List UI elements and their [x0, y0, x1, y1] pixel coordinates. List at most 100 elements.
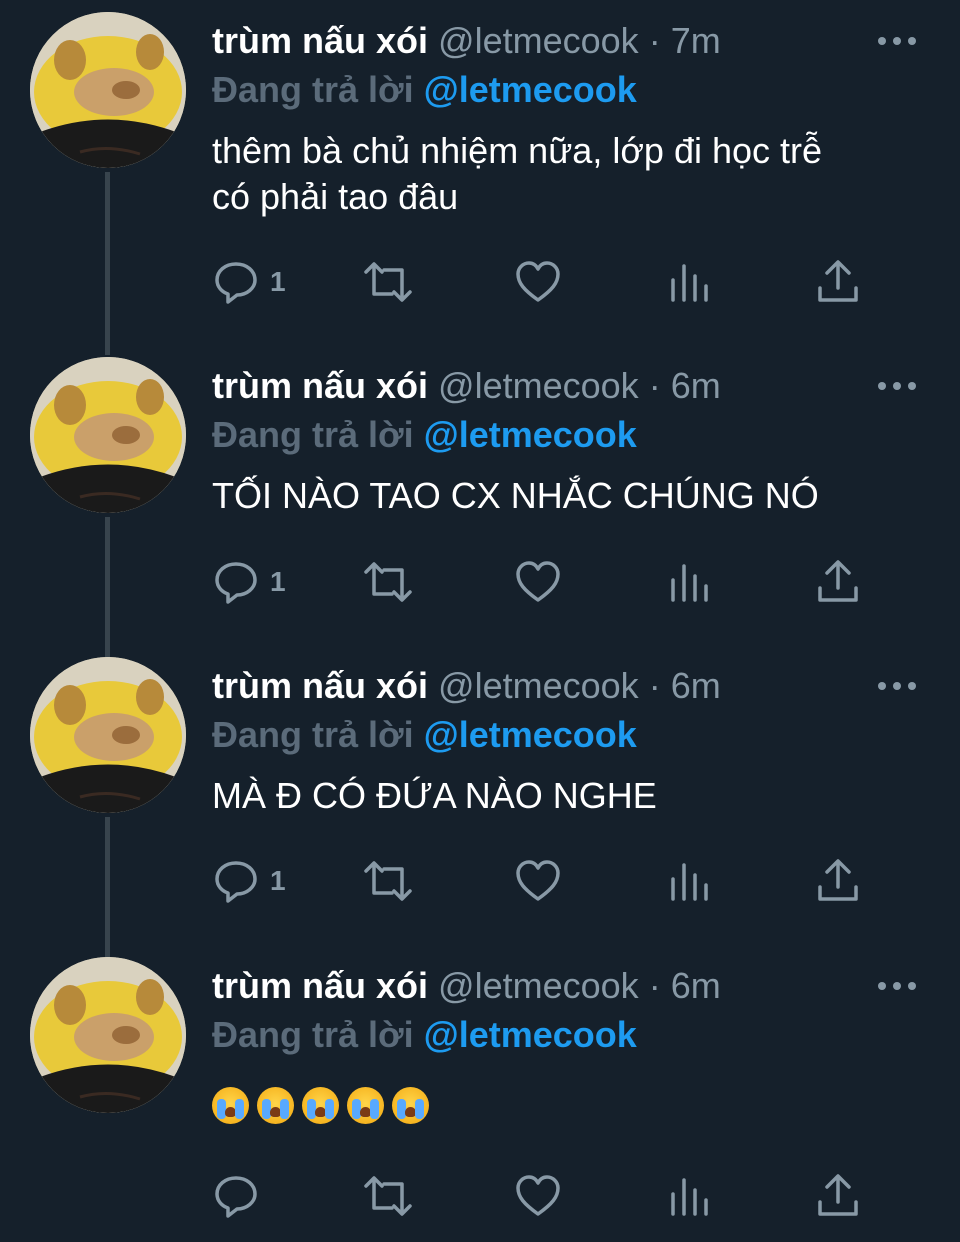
- avatar-image: [30, 957, 186, 1113]
- retweet-button[interactable]: [362, 857, 414, 905]
- more-options-icon[interactable]: [876, 373, 918, 399]
- tweet-actions: 1: [212, 558, 872, 606]
- analytics-icon: [671, 863, 708, 901]
- analytics-icon: [671, 1178, 708, 1216]
- like-button[interactable]: [514, 558, 562, 606]
- reply-count: 1: [270, 566, 286, 597]
- tweet-header: trùm nấu xói @letmecook · 6m: [212, 963, 721, 1009]
- reply-button[interactable]: 1: [212, 558, 286, 606]
- heart-icon: [516, 261, 560, 302]
- reply-prefix: Đang trả lời: [212, 1014, 414, 1055]
- retweet-button[interactable]: [362, 258, 414, 306]
- reply-button[interactable]: 1: [212, 857, 286, 905]
- user-handle[interactable]: @letmecook: [438, 20, 639, 61]
- heart-icon: [516, 860, 560, 901]
- avatar-image: [30, 12, 186, 168]
- analytics-button[interactable]: [665, 258, 713, 306]
- share-icon: [818, 260, 858, 302]
- reply-context: Đang trả lời @letmecook: [212, 1013, 637, 1057]
- heart-icon: [516, 1175, 560, 1216]
- timestamp[interactable]: 6m: [671, 665, 721, 706]
- display-name[interactable]: trùm nấu xói: [212, 365, 428, 406]
- reply-mention-link[interactable]: @letmecook: [424, 1014, 637, 1055]
- reply-context: Đang trả lời @letmecook: [212, 413, 637, 457]
- display-name[interactable]: trùm nấu xói: [212, 665, 428, 706]
- avatar-image: [30, 657, 186, 813]
- avatar[interactable]: [30, 957, 186, 1113]
- reply-prefix: Đang trả lời: [212, 69, 414, 110]
- reply-mention-link[interactable]: @letmecook: [424, 69, 637, 110]
- share-icon: [818, 859, 858, 901]
- tweet-header: trùm nấu xói @letmecook · 6m: [212, 663, 721, 709]
- thread-connector-line: [105, 817, 110, 957]
- loudly-crying-face-icon: [302, 1087, 339, 1124]
- loudly-crying-face-icon: [257, 1087, 294, 1124]
- display-name[interactable]: trùm nấu xói: [212, 965, 428, 1006]
- reply-context: Đang trả lời @letmecook: [212, 68, 637, 112]
- share-button[interactable]: [814, 558, 862, 606]
- tweet-header: trùm nấu xói @letmecook · 7m: [212, 18, 721, 64]
- retweet-button[interactable]: [362, 1172, 414, 1220]
- tweet[interactable]: trùm nấu xói @letmecook · 7m Đang trả lờ…: [0, 0, 960, 355]
- analytics-button[interactable]: [665, 558, 713, 606]
- analytics-button[interactable]: [665, 857, 713, 905]
- share-button[interactable]: [814, 857, 862, 905]
- reply-count: 1: [270, 266, 286, 297]
- separator-dot: ·: [648, 365, 661, 406]
- reply-mention-link[interactable]: @letmecook: [424, 414, 637, 455]
- timestamp[interactable]: 7m: [671, 20, 721, 61]
- analytics-button[interactable]: [665, 1172, 713, 1220]
- user-handle[interactable]: @letmecook: [438, 665, 639, 706]
- loudly-crying-face-icon: [392, 1087, 429, 1124]
- reply-icon: [215, 562, 257, 604]
- tweet-header: trùm nấu xói @letmecook · 6m: [212, 363, 721, 409]
- retweet-button[interactable]: [362, 558, 414, 606]
- tweet-emoji-text: [212, 1087, 429, 1124]
- reply-icon: [215, 861, 257, 903]
- thread-connector-line: [105, 172, 110, 355]
- separator-dot: ·: [648, 20, 661, 61]
- user-handle[interactable]: @letmecook: [438, 365, 639, 406]
- share-icon: [818, 560, 858, 602]
- separator-dot: ·: [648, 965, 661, 1006]
- share-icon: [818, 1174, 858, 1216]
- timestamp[interactable]: 6m: [671, 965, 721, 1006]
- tweet-text: thêm bà chủ nhiệm nữa, lớp đi học trễ có…: [212, 130, 823, 217]
- display-name[interactable]: trùm nấu xói: [212, 20, 428, 61]
- tweet-actions: 1: [212, 857, 872, 905]
- tweet[interactable]: trùm nấu xói @letmecook · 6m Đang trả lờ…: [0, 945, 960, 1242]
- more-options-icon[interactable]: [876, 28, 918, 54]
- avatar[interactable]: [30, 657, 186, 813]
- like-button[interactable]: [514, 1172, 562, 1220]
- tweet-text: MÀ Đ CÓ ĐỨA NÀO NGHE: [212, 775, 657, 816]
- share-button[interactable]: [814, 258, 862, 306]
- reply-button[interactable]: [212, 1172, 270, 1220]
- avatar[interactable]: [30, 12, 186, 168]
- reply-mention-link[interactable]: @letmecook: [424, 714, 637, 755]
- reply-count: 1: [270, 865, 286, 896]
- retweet-icon: [364, 562, 412, 602]
- retweet-icon: [364, 1176, 412, 1216]
- retweet-icon: [364, 262, 412, 302]
- avatar[interactable]: [30, 357, 186, 513]
- like-button[interactable]: [514, 258, 562, 306]
- tweet[interactable]: trùm nấu xói @letmecook · 6m Đang trả lờ…: [0, 645, 960, 957]
- share-button[interactable]: [814, 1172, 862, 1220]
- thread-connector-line: [105, 335, 110, 337]
- loudly-crying-face-icon: [212, 1087, 249, 1124]
- retweet-icon: [364, 861, 412, 901]
- more-options-icon[interactable]: [876, 973, 918, 999]
- reply-prefix: Đang trả lời: [212, 714, 414, 755]
- more-options-icon[interactable]: [876, 673, 918, 699]
- loudly-crying-face-icon: [347, 1087, 384, 1124]
- reply-context: Đang trả lời @letmecook: [212, 713, 637, 757]
- thread-connector-line: [105, 517, 110, 657]
- like-button[interactable]: [514, 857, 562, 905]
- avatar-image: [30, 357, 186, 513]
- user-handle[interactable]: @letmecook: [438, 965, 639, 1006]
- tweet[interactable]: trùm nấu xói @letmecook · 6m Đang trả lờ…: [0, 335, 960, 657]
- analytics-icon: [671, 264, 708, 302]
- tweet-actions: [212, 1172, 872, 1220]
- reply-button[interactable]: 1: [212, 258, 286, 306]
- timestamp[interactable]: 6m: [671, 365, 721, 406]
